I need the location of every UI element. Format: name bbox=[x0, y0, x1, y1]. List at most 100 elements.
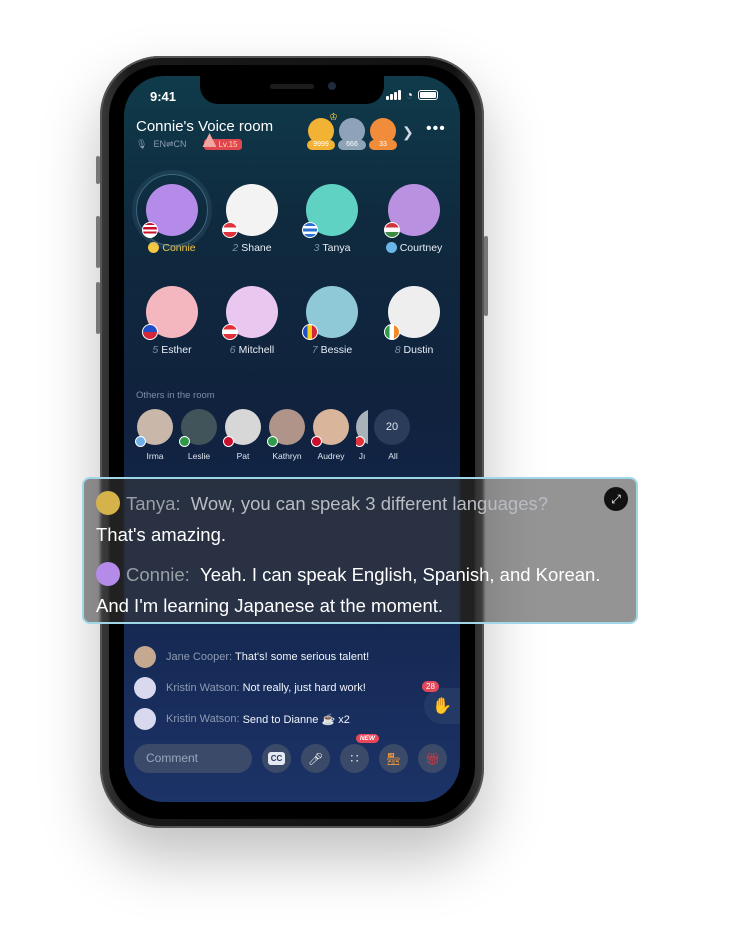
seat-avatar bbox=[142, 286, 198, 340]
volume-down-button bbox=[96, 282, 100, 334]
top-contributors[interactable]: ♔ 9999 666 33 bbox=[307, 112, 397, 150]
flag-icon bbox=[135, 436, 146, 447]
seat-number: 3 bbox=[313, 242, 320, 254]
volume-up-button bbox=[96, 216, 100, 268]
room-member[interactable]: Kathryn bbox=[267, 409, 306, 461]
contributor-count: 9999 bbox=[307, 140, 335, 150]
member-name: Audrey bbox=[317, 451, 345, 461]
status-icons: ◔ bbox=[386, 88, 438, 102]
seat-connie[interactable]: Connie bbox=[132, 174, 212, 254]
seat-number: 2 bbox=[232, 242, 239, 254]
mic-icon: 🎙︎ bbox=[136, 139, 148, 149]
seat-number: 7 bbox=[311, 344, 318, 356]
flag-icon bbox=[222, 222, 238, 238]
seat-shane[interactable]: 2 Shane bbox=[212, 184, 292, 254]
seat-avatar bbox=[222, 184, 278, 238]
contributor-avatar[interactable]: 666 bbox=[338, 118, 366, 150]
seat-avatar bbox=[302, 286, 358, 340]
seat-name-text: Mitchell bbox=[238, 344, 275, 356]
seat-dustin[interactable]: 8 Dustin bbox=[374, 286, 454, 356]
chat-avatar bbox=[134, 708, 156, 730]
seat-tanya[interactable]: 3 Tanya bbox=[292, 184, 372, 254]
all-label: All bbox=[388, 451, 398, 461]
new-badge: NEW bbox=[355, 734, 379, 743]
raise-hand-icon: ✋ bbox=[432, 698, 452, 715]
caption-avatar bbox=[96, 562, 120, 586]
apps-button[interactable]: ∷ NEW bbox=[340, 734, 379, 773]
member-name: Pat bbox=[236, 451, 250, 461]
room-member[interactable]: Irma bbox=[135, 409, 174, 461]
member-count: 20 bbox=[374, 409, 410, 445]
all-members-button[interactable]: 20 All bbox=[374, 409, 412, 461]
flag-icon bbox=[142, 222, 158, 238]
seat-courtney[interactable]: Courtney bbox=[374, 184, 454, 254]
seat-number: 5 bbox=[152, 344, 159, 356]
more-options-icon[interactable]: ••• bbox=[426, 120, 446, 138]
seat-bessie[interactable]: 7 Bessie bbox=[292, 286, 372, 356]
wifi-icon: ◔ bbox=[405, 88, 413, 102]
flag-icon bbox=[384, 222, 400, 238]
flag-icon bbox=[179, 436, 190, 447]
seat-name: 5 Esther bbox=[132, 344, 212, 356]
apps-grid-icon: ∷ bbox=[350, 750, 359, 766]
seat-mitchell[interactable]: 6 Mitchell bbox=[212, 286, 292, 356]
member-avatar bbox=[311, 409, 349, 447]
mute-switch bbox=[96, 156, 100, 184]
contributor-avatar[interactable]: ♔ 9999 bbox=[307, 112, 338, 150]
others-list: Irma Leslie Pat Kathryn Audrey Jı 20 All bbox=[135, 409, 412, 461]
member-avatar bbox=[179, 409, 217, 447]
captions-button[interactable]: CC bbox=[262, 744, 291, 773]
chat-avatar bbox=[134, 646, 156, 668]
crown-icon: ♔ bbox=[329, 112, 338, 123]
hand-raise-count: 28 bbox=[422, 681, 439, 692]
contributor-count: 666 bbox=[338, 140, 366, 150]
admin-icon bbox=[385, 242, 397, 253]
others-label: Others in the room bbox=[136, 390, 215, 401]
microphone-icon: 🎤︎ bbox=[307, 751, 324, 766]
flag-icon bbox=[384, 324, 400, 340]
seat-name: Courtney bbox=[374, 242, 454, 254]
chat-avatar bbox=[134, 677, 156, 699]
room-member[interactable]: Jı bbox=[356, 409, 368, 461]
seat-name: 3 Tanya bbox=[292, 242, 372, 254]
shop-button[interactable]: 🏪︎ bbox=[379, 744, 408, 773]
raise-hand-button[interactable]: ✋ bbox=[424, 688, 460, 724]
host-icon bbox=[148, 242, 160, 253]
chat-message: Kristin Watson: Send to Dianne ☕ x2 bbox=[134, 708, 434, 730]
seat-name-text: Dustin bbox=[403, 344, 434, 356]
expand-icon[interactable]: ⤢ bbox=[604, 487, 628, 511]
room-member[interactable]: Leslie bbox=[179, 409, 218, 461]
flag-icon bbox=[302, 222, 318, 238]
signal-icon bbox=[386, 90, 401, 100]
flag-icon bbox=[222, 324, 238, 340]
caption-speaker: Connie: bbox=[126, 564, 190, 585]
seat-avatar bbox=[136, 174, 208, 246]
caption-line: Connie: Yeah. I can speak English, Spani… bbox=[96, 559, 624, 621]
flag-icon bbox=[142, 324, 158, 340]
chat-list: Jane Cooper: That's! some serious talent!… bbox=[134, 646, 434, 739]
flag-icon bbox=[223, 436, 234, 447]
flag-icon bbox=[302, 324, 318, 340]
gift-button[interactable]: 🎁︎ bbox=[418, 744, 447, 773]
app-screen: 9:41 ◔ Connie's Voice room 🎙︎ EN⇌CN Lv.1… bbox=[124, 76, 460, 802]
gift-icon: 🎁︎ bbox=[424, 751, 441, 766]
seat-avatar bbox=[384, 286, 440, 340]
chevron-right-icon[interactable]: ❯ bbox=[402, 124, 414, 141]
member-name: Kathryn bbox=[272, 451, 302, 461]
seat-esther[interactable]: 5 Esther bbox=[132, 286, 212, 356]
contributor-avatar[interactable]: 33 bbox=[369, 118, 397, 150]
seat-name-text: Courtney bbox=[399, 242, 443, 254]
seat-avatar bbox=[302, 184, 358, 238]
chat-message: Jane Cooper: That's! some serious talent! bbox=[134, 646, 434, 668]
room-subtitle: 🎙︎ EN⇌CN Lv.15 bbox=[136, 139, 243, 150]
power-button bbox=[484, 236, 488, 316]
room-member[interactable]: Audrey bbox=[311, 409, 350, 461]
stage: 9:41 ◔ Connie's Voice room 🎙︎ EN⇌CN Lv.1… bbox=[0, 0, 750, 926]
seat-name-text: Bessie bbox=[320, 344, 353, 356]
member-name: Leslie bbox=[187, 451, 211, 461]
chat-text: Send to Dianne ☕ x2 bbox=[242, 713, 350, 726]
room-member[interactable]: Pat bbox=[223, 409, 262, 461]
comment-input[interactable]: Comment bbox=[134, 744, 252, 773]
mic-button[interactable]: 🎤︎ bbox=[301, 744, 330, 773]
language-pair: EN⇌CN bbox=[153, 139, 187, 149]
